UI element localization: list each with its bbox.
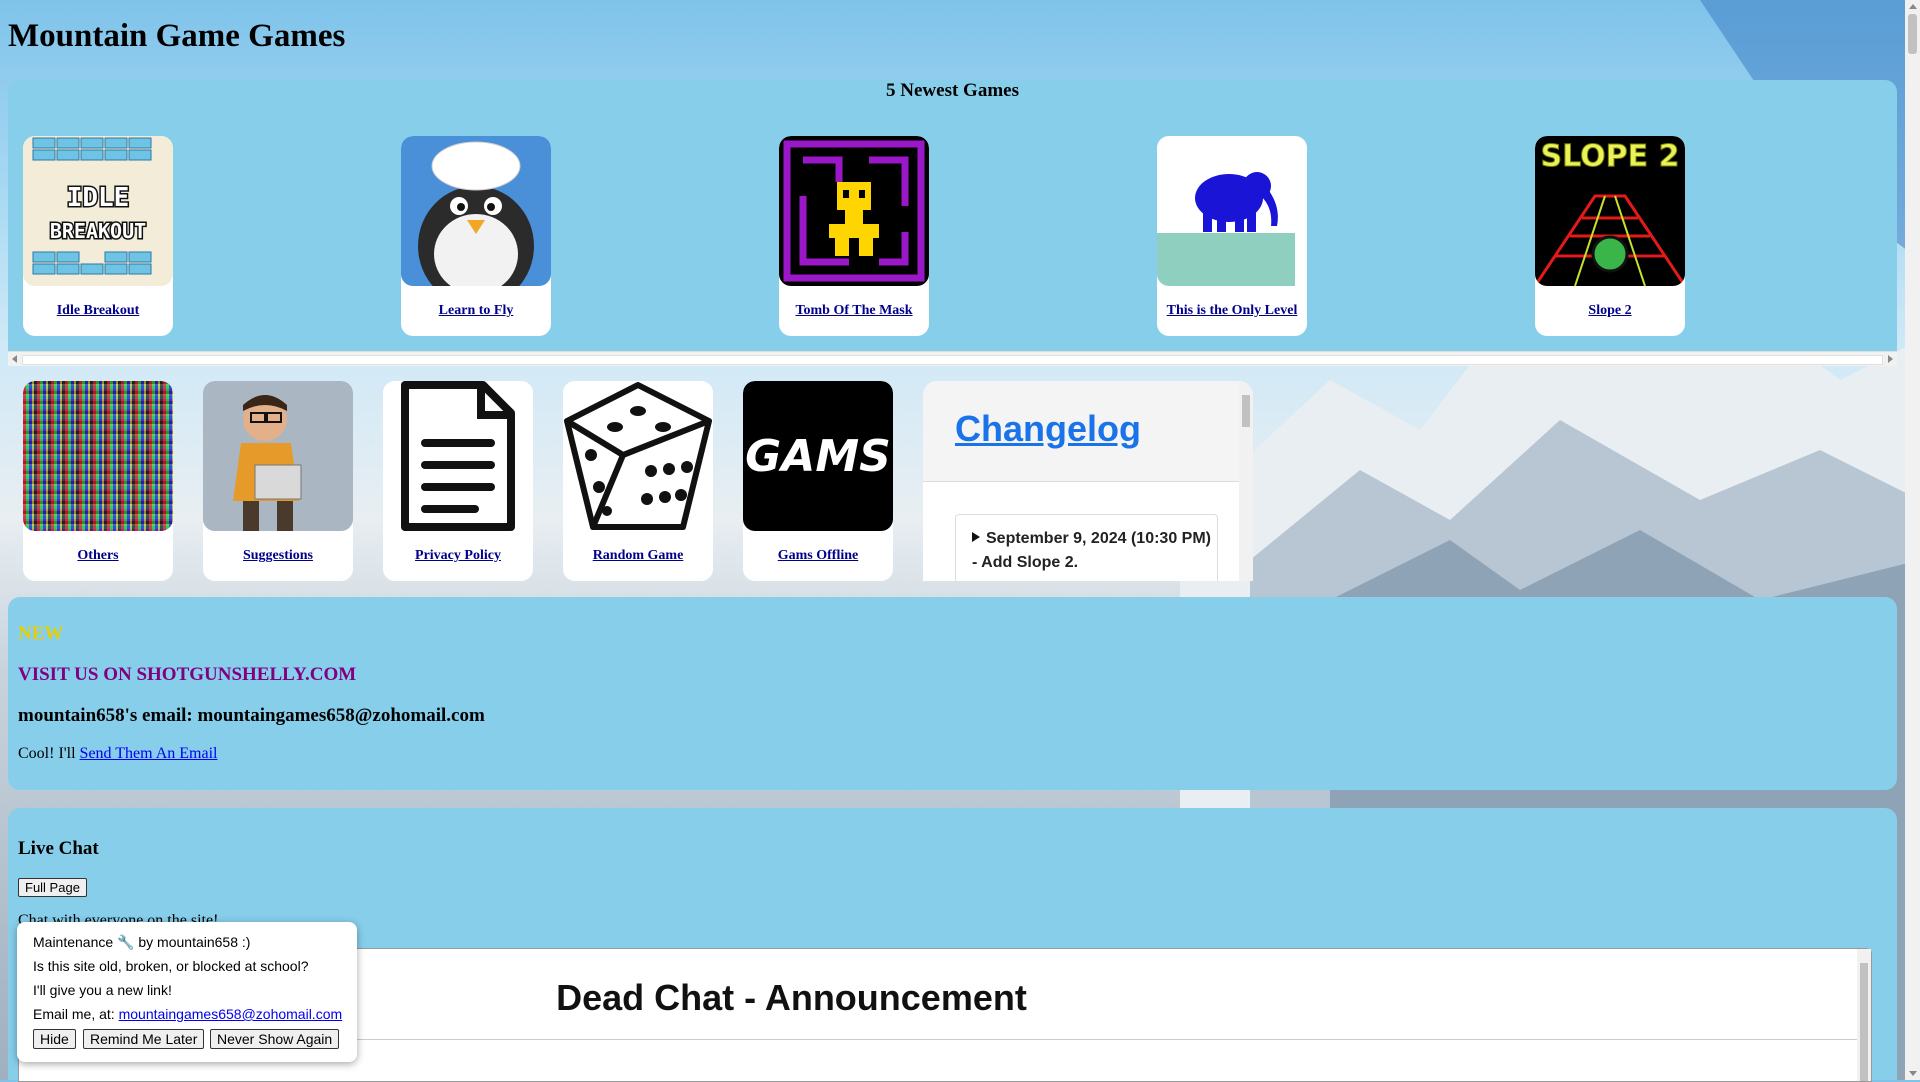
svg-text:BREAKOUT: BREAKOUT — [50, 219, 146, 243]
send-email-link[interactable]: Send Them An Email — [80, 745, 218, 762]
slope-thumbnail: SLOPE 2 — [1535, 136, 1685, 286]
link-label[interactable]: Random Game — [563, 548, 713, 564]
newest-games-title: 5 Newest Games — [886, 80, 1019, 101]
scrollbar-thumb[interactable] — [1908, 14, 1917, 54]
changelog-title[interactable]: Changelog — [955, 408, 1141, 450]
game-label[interactable]: This is the Only Level — [1157, 303, 1307, 319]
page: Mountain Game Games 5 Newest Games IDLE … — [0, 0, 1905, 1082]
scrollbar-thumb[interactable] — [22, 355, 1883, 365]
game-label[interactable]: Idle Breakout — [23, 303, 173, 319]
dice-icon — [563, 381, 713, 531]
scrollbar-thumb[interactable] — [1860, 963, 1868, 1081]
email-prompt-text: Cool! I'll — [18, 745, 76, 762]
game-card-idle-breakout[interactable]: IDLE BREAKOUT Idle Breakout — [23, 136, 173, 336]
scroll-right-icon[interactable] — [1888, 355, 1893, 363]
popup-line: I'll give you a new link! — [33, 982, 172, 998]
noise-thumbnail — [23, 381, 173, 531]
link-label[interactable]: Others — [23, 548, 173, 564]
popup-email-label: Email me, at: — [33, 1006, 115, 1022]
penguin-thumbnail — [401, 136, 551, 286]
game-card-tomb-of-the-mask[interactable]: Tomb Of The Mask — [779, 136, 929, 336]
svg-text:GAMS: GAMS — [745, 431, 891, 482]
game-card-slope-2[interactable]: SLOPE 2 Slope 2 — [1535, 136, 1685, 336]
popup-line: Maintenance 🔧 by mountain658 :) — [33, 934, 251, 950]
game-label[interactable]: Slope 2 — [1535, 303, 1685, 319]
never-show-again-button[interactable]: Never Show Again — [210, 1029, 340, 1049]
link-card-random-game[interactable]: Random Game — [563, 381, 713, 581]
info-panel: NEW VISIT US ON SHOTGUNSHELLY.COM mounta… — [8, 597, 1897, 790]
elephant-thumbnail — [1157, 136, 1307, 286]
page-scrollbar[interactable] — [1905, 0, 1920, 1080]
visit-heading: VISIT US ON SHOTGUNSHELLY.COM — [18, 664, 357, 685]
full-page-button[interactable]: Full Page — [18, 878, 87, 897]
chat-frame-scrollbar[interactable] — [1857, 949, 1871, 1081]
email-heading: mountain658's email: mountaingames658@zo… — [18, 705, 485, 726]
scrollbar-thumb[interactable] — [1242, 395, 1250, 427]
changelog-entry-text: September 9, 2024 (10:30 PM) - Add Slope… — [972, 530, 1211, 571]
scroll-left-icon[interactable] — [12, 355, 17, 363]
document-icon — [383, 381, 533, 531]
popup-line: Email me, at: mountaingames658@zohomail.… — [33, 1006, 342, 1022]
scroll-up-icon[interactable] — [1909, 4, 1917, 9]
tomb-mask-thumbnail — [779, 136, 929, 286]
svg-text:IDLE: IDLE — [67, 183, 130, 213]
suggestions-thumbnail — [203, 381, 353, 531]
live-chat-title: Live Chat — [18, 838, 99, 859]
game-label[interactable]: Learn to Fly — [401, 303, 551, 319]
popup-email-link[interactable]: mountaingames658@zohomail.com — [119, 1006, 343, 1022]
changelog-entry[interactable]: September 9, 2024 (10:30 PM) - Add Slope… — [955, 514, 1218, 581]
horizontal-scrollbar[interactable] — [8, 351, 1897, 366]
popup-line: Is this site old, broken, or blocked at … — [33, 958, 309, 974]
link-card-others[interactable]: Others — [23, 381, 173, 581]
game-card-this-is-the-only-level[interactable]: This is the Only Level — [1157, 136, 1307, 336]
maintenance-popup: Maintenance 🔧 by mountain658 :) Is this … — [17, 922, 357, 1062]
link-card-gams-offline[interactable]: GAMS Gams Offline — [743, 381, 893, 581]
idle-breakout-thumbnail: IDLE BREAKOUT — [23, 136, 173, 286]
link-label[interactable]: Suggestions — [203, 548, 353, 564]
new-heading: NEW — [18, 623, 64, 644]
gams-logo: GAMS — [743, 381, 893, 531]
newest-games-panel: 5 Newest Games IDLE BREAKOUT Idle Breako… — [8, 80, 1897, 365]
link-card-privacy-policy[interactable]: Privacy Policy — [383, 381, 533, 581]
link-label[interactable]: Gams Offline — [743, 548, 893, 564]
link-card-suggestions[interactable]: Suggestions — [203, 381, 353, 581]
link-label[interactable]: Privacy Policy — [383, 548, 533, 564]
hide-button[interactable]: Hide — [33, 1029, 76, 1049]
game-card-learn-to-fly[interactable]: Learn to Fly — [401, 136, 551, 336]
game-label[interactable]: Tomb Of The Mask — [779, 303, 929, 319]
changelog-header: Changelog — [923, 381, 1239, 482]
changelog-scrollbar[interactable] — [1239, 381, 1253, 581]
disclosure-triangle-icon[interactable] — [972, 532, 980, 542]
email-prompt: Cool! I'll Send Them An Email — [18, 745, 217, 763]
site-title: Mountain Game Games — [8, 18, 346, 54]
remind-later-button[interactable]: Remind Me Later — [83, 1029, 205, 1049]
changelog-panel: Changelog September 9, 2024 (10:30 PM) -… — [923, 381, 1253, 581]
svg-text:SLOPE 2: SLOPE 2 — [1541, 139, 1680, 174]
scroll-down-icon[interactable] — [1909, 1071, 1917, 1076]
